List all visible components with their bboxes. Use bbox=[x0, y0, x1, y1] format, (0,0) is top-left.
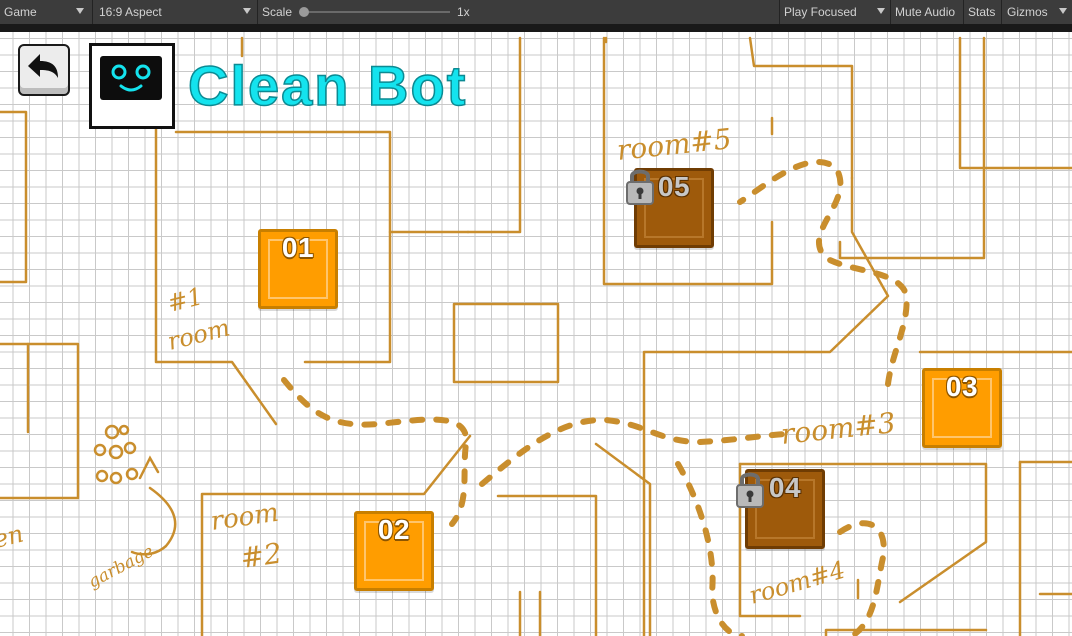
back-button[interactable] bbox=[18, 44, 70, 96]
garbage-sketch bbox=[93, 424, 177, 556]
lock-icon bbox=[626, 169, 654, 205]
level-02-button[interactable]: 02 bbox=[354, 511, 434, 591]
garbage-label: garbage bbox=[85, 541, 157, 592]
chevron-down-icon bbox=[1059, 8, 1067, 14]
left-edge-label: en bbox=[0, 519, 26, 553]
level-03-button[interactable]: 03 bbox=[922, 368, 1002, 448]
chevron-down-icon bbox=[243, 8, 251, 14]
scale-slider-handle[interactable] bbox=[299, 7, 309, 17]
mute-audio-button[interactable]: Mute Audio bbox=[891, 0, 955, 24]
toolbar-divider bbox=[0, 24, 1072, 32]
chevron-down-icon bbox=[76, 8, 84, 14]
aspect-label: 16:9 Aspect bbox=[99, 5, 162, 19]
room1-word-label: room bbox=[165, 313, 233, 355]
scale-label: Scale bbox=[262, 5, 293, 19]
editor-toolbar: Game 16:9 Aspect Scale 1x Play Focused M… bbox=[0, 0, 1072, 24]
game-view: #1 room room #2 room#3 room#4 room#5 gar… bbox=[0, 32, 1072, 636]
level-01-button[interactable]: 01 bbox=[258, 229, 338, 309]
stats-button[interactable]: Stats bbox=[964, 0, 995, 24]
display-dropdown[interactable]: Game bbox=[0, 0, 92, 24]
room5-label: room#5 bbox=[615, 122, 733, 167]
room3-label: room#3 bbox=[779, 406, 897, 451]
scale-slider-track[interactable] bbox=[304, 11, 450, 13]
game-title: Clean Bot bbox=[187, 53, 468, 118]
level-number: 03 bbox=[945, 371, 979, 402]
back-arrow-icon bbox=[28, 54, 58, 78]
room4-label: room#4 bbox=[746, 556, 848, 610]
play-focused-label: Play Focused bbox=[784, 5, 857, 19]
chevron-down-icon bbox=[877, 8, 885, 14]
gizmos-dropdown[interactable]: Gizmos bbox=[1003, 0, 1072, 24]
play-focused-dropdown[interactable]: Play Focused bbox=[780, 0, 890, 24]
scale-value: 1x bbox=[457, 5, 470, 19]
room2-number-label: #2 bbox=[238, 537, 283, 575]
display-label: Game bbox=[4, 5, 37, 19]
gizmos-label: Gizmos bbox=[1007, 5, 1048, 19]
robot-face-icon bbox=[100, 56, 162, 100]
level-number: 01 bbox=[281, 232, 315, 263]
lock-icon bbox=[736, 472, 764, 508]
aspect-dropdown[interactable]: 16:9 Aspect bbox=[95, 0, 257, 24]
level-number: 02 bbox=[377, 514, 411, 545]
room1-number-label: #1 bbox=[165, 282, 206, 318]
robot-logo bbox=[89, 43, 175, 129]
room2-word-label: room bbox=[209, 498, 281, 537]
